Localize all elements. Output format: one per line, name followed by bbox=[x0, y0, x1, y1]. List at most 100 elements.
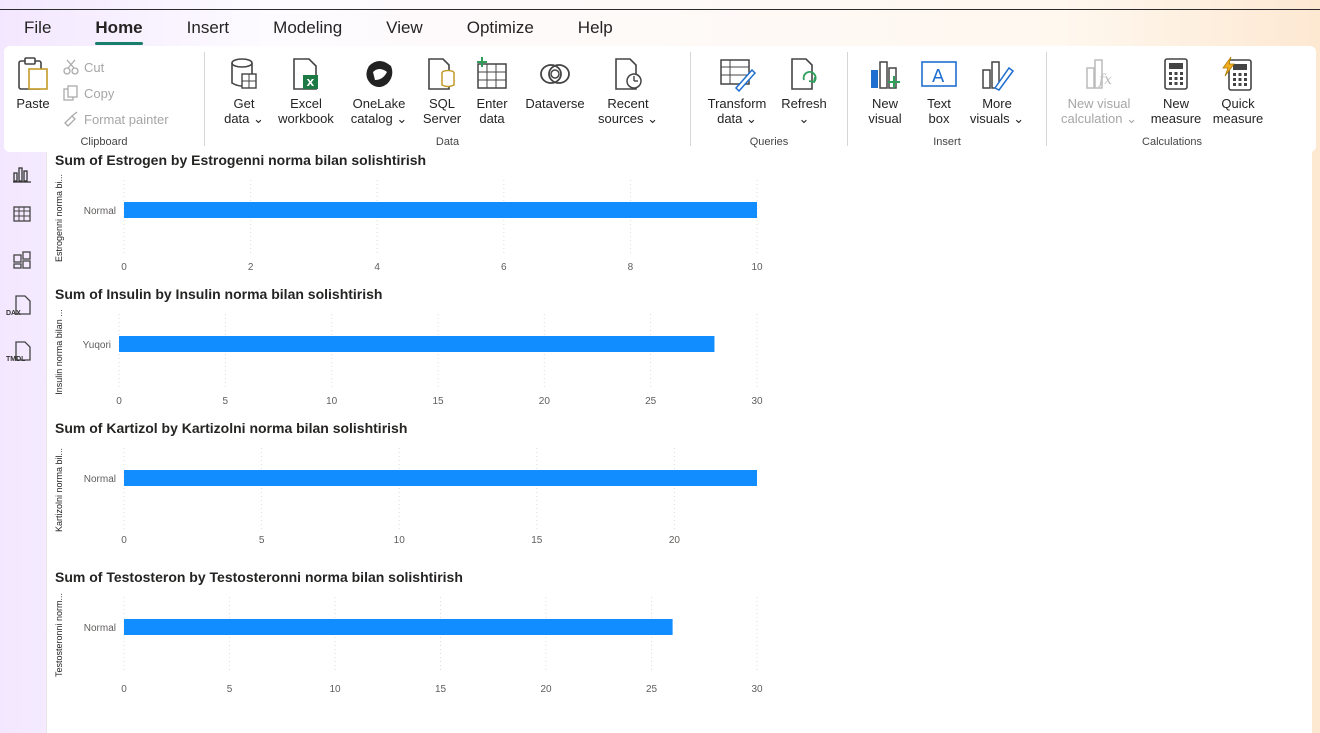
y-axis-label: Insulin norma bilan ... bbox=[54, 309, 64, 395]
category-label: Normal bbox=[84, 206, 116, 217]
tab-home[interactable]: Home bbox=[95, 18, 143, 46]
bar[interactable] bbox=[124, 202, 757, 218]
report-canvas[interactable]: Sum of Estrogen by Estrogenni norma bila… bbox=[46, 152, 1312, 733]
recent-label-2: sources ⌄ bbox=[597, 111, 659, 126]
category-label: Normal bbox=[84, 474, 116, 485]
svg-text:fx: fx bbox=[1098, 72, 1112, 88]
tab-insert[interactable]: Insert bbox=[187, 18, 230, 46]
bar-chart-3[interactable]: Sum of Kartizol by Kartizolni norma bila… bbox=[54, 420, 757, 546]
calculations-group-label: Calculations bbox=[1142, 136, 1202, 148]
copy-label: Copy bbox=[84, 85, 115, 101]
sql-server-icon bbox=[422, 54, 462, 94]
svg-text:A: A bbox=[932, 66, 945, 87]
visual-calculation-icon: fx bbox=[1079, 54, 1119, 94]
quick-measure-icon bbox=[1218, 54, 1258, 94]
cut-button[interactable]: Cut bbox=[62, 54, 169, 80]
report-view-icon bbox=[13, 167, 31, 183]
tab-view[interactable]: View bbox=[386, 18, 423, 46]
x-tick-label: 5 bbox=[227, 684, 233, 695]
report-view-button[interactable] bbox=[8, 160, 36, 188]
x-tick-label: 10 bbox=[329, 684, 341, 695]
new-measure-label-2: measure bbox=[1150, 111, 1202, 126]
view-rail: DAX TMDL bbox=[0, 152, 44, 733]
x-tick-label: 5 bbox=[259, 535, 265, 546]
transform-label-2: data ⌄ bbox=[717, 111, 757, 126]
enter-data-icon bbox=[472, 54, 512, 94]
transform-data-icon bbox=[717, 54, 757, 94]
more-visuals-label-2: visuals ⌄ bbox=[969, 111, 1025, 126]
calculations-group: fx New visual calculation ⌄ New measure … bbox=[1047, 46, 1297, 152]
queries-group-label: Queries bbox=[749, 136, 789, 148]
y-axis-label: Estrogenni norma bi... bbox=[54, 174, 64, 262]
y-axis-label: Kartizolni norma bil... bbox=[54, 448, 64, 532]
get-data-label-1: Get bbox=[233, 96, 255, 111]
paste-icon bbox=[13, 54, 53, 94]
x-tick-label: 30 bbox=[751, 684, 763, 695]
clipboard-group: Paste Cut Copy Format painter Clipboard bbox=[4, 46, 204, 152]
dataverse-label: Dataverse bbox=[525, 96, 585, 111]
x-tick-label: 25 bbox=[645, 396, 657, 407]
bar-chart-2[interactable]: Sum of Insulin by Insulin norma bilan so… bbox=[54, 286, 763, 407]
x-tick-label: 8 bbox=[628, 262, 634, 273]
model-view-icon bbox=[13, 251, 31, 269]
copy-button[interactable]: Copy bbox=[62, 80, 169, 106]
new-visual-icon bbox=[865, 54, 905, 94]
chart-title: Sum of Insulin by Insulin norma bilan so… bbox=[55, 286, 382, 302]
x-tick-label: 15 bbox=[435, 684, 447, 695]
x-tick-label: 25 bbox=[646, 684, 658, 695]
paste-label: Paste bbox=[16, 96, 50, 111]
data-group-label: Data bbox=[435, 136, 460, 148]
tab-help[interactable]: Help bbox=[578, 18, 613, 46]
dataverse-icon bbox=[535, 54, 575, 94]
quick-measure-label-1: Quick bbox=[1221, 96, 1255, 111]
insert-group: New visual A Text box More visuals ⌄ Ins… bbox=[848, 46, 1046, 152]
category-label: Normal bbox=[84, 623, 116, 634]
format-painter-label: Format painter bbox=[84, 111, 169, 127]
recent-label-1: Recent bbox=[607, 96, 649, 111]
x-tick-label: 15 bbox=[432, 396, 444, 407]
model-view-button[interactable] bbox=[8, 246, 36, 274]
format-painter-button[interactable]: Format painter bbox=[62, 106, 169, 132]
bar[interactable] bbox=[119, 336, 715, 352]
bar-chart-4[interactable]: Sum of Testosteron by Testosteronni norm… bbox=[54, 569, 763, 695]
bar[interactable] bbox=[124, 470, 757, 486]
x-tick-label: 10 bbox=[326, 396, 338, 407]
tmdl-label: TMDL bbox=[6, 356, 26, 363]
get-data-label-2: data ⌄ bbox=[224, 111, 264, 126]
new-visual-calc-label-2: calculation ⌄ bbox=[1061, 111, 1137, 126]
tab-modeling[interactable]: Modeling bbox=[273, 18, 342, 46]
refresh-label-1: Refresh bbox=[781, 96, 827, 111]
data-group: Get data ⌄ X Excel workbook OneLake cata… bbox=[205, 46, 690, 152]
bar-chart-1[interactable]: Sum of Estrogen by Estrogenni norma bila… bbox=[54, 152, 763, 273]
menu-bar: File Home Insert Modeling View Optimize … bbox=[0, 0, 1320, 46]
x-tick-label: 0 bbox=[121, 684, 127, 695]
x-tick-label: 20 bbox=[540, 684, 552, 695]
sql-label-2: Server bbox=[422, 111, 462, 126]
chart-title: Sum of Kartizol by Kartizolni norma bila… bbox=[55, 420, 407, 436]
excel-icon: X bbox=[286, 54, 326, 94]
text-box-label-1: Text bbox=[927, 96, 951, 111]
category-label: Yuqori bbox=[83, 340, 111, 351]
onelake-label-1: OneLake bbox=[352, 96, 406, 111]
x-tick-label: 4 bbox=[374, 262, 380, 273]
x-tick-label: 0 bbox=[121, 262, 127, 273]
transform-label-1: Transform bbox=[707, 96, 767, 111]
calculator-icon bbox=[1156, 54, 1196, 94]
sql-label-1: SQL bbox=[428, 96, 455, 111]
new-visual-label-1: New bbox=[871, 96, 898, 111]
refresh-icon bbox=[784, 54, 824, 94]
x-tick-label: 20 bbox=[669, 535, 681, 546]
tab-file[interactable]: File bbox=[24, 18, 51, 46]
x-tick-label: 0 bbox=[116, 396, 122, 407]
copy-icon bbox=[63, 85, 78, 101]
x-tick-label: 2 bbox=[248, 262, 254, 273]
database-icon bbox=[224, 54, 264, 94]
tab-optimize[interactable]: Optimize bbox=[467, 18, 534, 46]
x-tick-label: 20 bbox=[539, 396, 551, 407]
bar[interactable] bbox=[124, 619, 673, 635]
table-view-button[interactable] bbox=[8, 200, 36, 228]
queries-group: Transform data ⌄ Refresh ⌄ Queries bbox=[691, 46, 847, 152]
recent-sources-icon bbox=[608, 54, 648, 94]
quick-measure-label-2: measure bbox=[1212, 111, 1264, 126]
table-view-icon bbox=[13, 206, 31, 222]
